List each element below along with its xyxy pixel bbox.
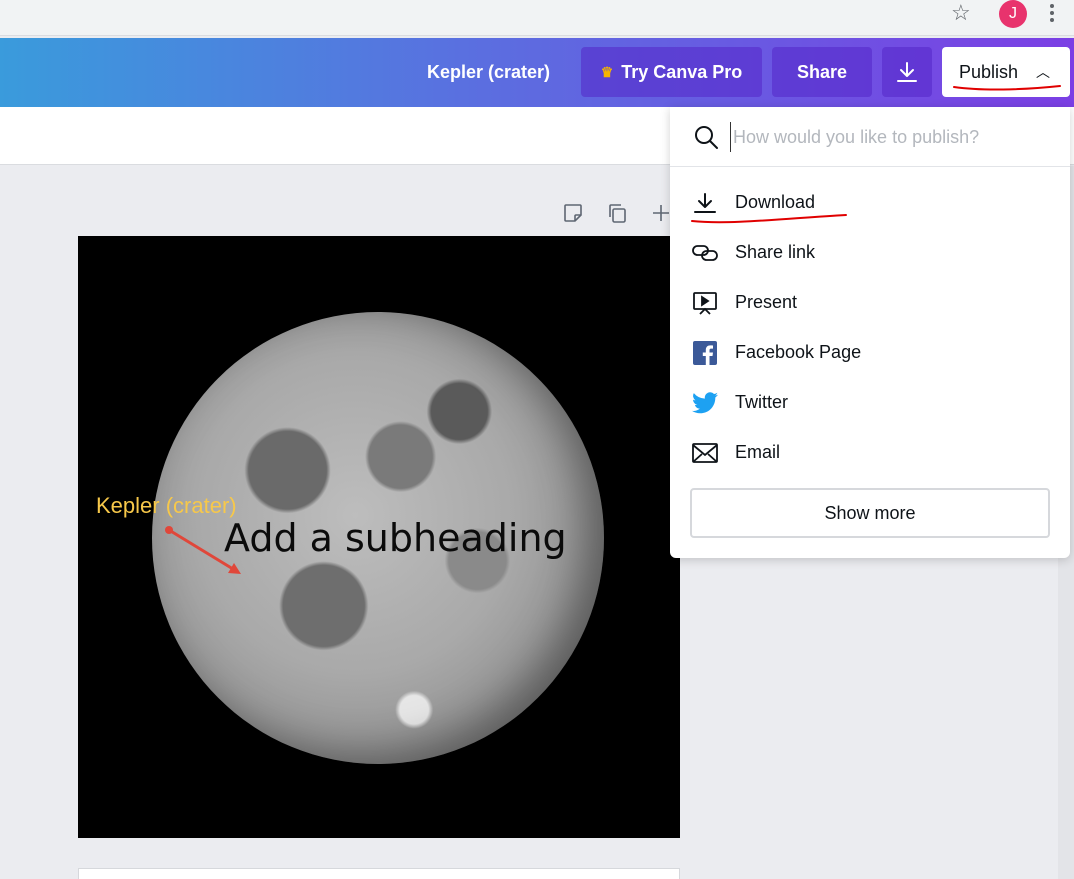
download-icon (897, 62, 917, 82)
menu-item-label: Download (735, 192, 816, 212)
document-title[interactable]: Kepler (crater) (427, 62, 550, 83)
design-canvas[interactable]: Kepler (crater) Add a subheading (78, 236, 680, 838)
menu-item-label: Twitter (735, 392, 789, 412)
twitter-icon (692, 390, 718, 416)
menu-item-label: Email (735, 442, 781, 462)
profile-avatar[interactable]: J (999, 0, 1027, 28)
menu-item-email[interactable]: Email (670, 428, 1070, 478)
publish-search-input[interactable] (730, 122, 1050, 152)
menu-item-present[interactable]: Present (670, 278, 1070, 328)
download-button[interactable] (882, 47, 932, 97)
red-underline-annotation (691, 214, 847, 224)
email-icon (692, 440, 718, 466)
present-icon (692, 290, 718, 316)
publish-search (670, 107, 1070, 167)
publish-label: Publish (959, 61, 1019, 82)
share-button[interactable]: Share (772, 47, 872, 97)
search-icon (695, 126, 718, 149)
star-icon[interactable]: ☆ (951, 2, 971, 24)
try-canva-pro-button[interactable]: ♛ Try Canva Pro (581, 47, 762, 97)
duplicate-icon[interactable] (606, 202, 628, 224)
menu-item-share-link[interactable]: Share link (670, 228, 1070, 278)
subheading-text[interactable]: Add a subheading (224, 516, 567, 560)
red-underline-annotation (953, 85, 1061, 91)
menu-item-label: Present (735, 292, 798, 312)
chevron-up-icon: ︿ (1036, 64, 1051, 80)
share-label: Share (796, 61, 848, 82)
try-canva-pro-label: Try Canva Pro (621, 61, 743, 82)
next-page-preview[interactable] (78, 868, 680, 879)
menu-item-facebook-page[interactable]: Facebook Page (670, 328, 1070, 378)
kebab-menu-icon[interactable] (1046, 1, 1058, 27)
menu-item-twitter[interactable]: Twitter (670, 378, 1070, 428)
note-icon[interactable] (562, 202, 584, 224)
page-actions (562, 202, 672, 224)
menu-item-label: Facebook Page (735, 342, 862, 362)
show-more-button[interactable]: Show more (690, 488, 1050, 538)
editor-header: Kepler (crater) ♛ Try Canva Pro Share Pu… (0, 38, 1074, 107)
browser-toolbar: ☆ J (0, 0, 1074, 36)
publish-dropdown: Download Share link Present Facebook Pag… (670, 107, 1070, 558)
add-page-icon[interactable] (650, 202, 672, 224)
facebook-icon (692, 340, 718, 366)
menu-item-label: Share link (735, 242, 816, 262)
link-icon (692, 240, 718, 266)
crown-icon: ♛ (600, 63, 614, 80)
